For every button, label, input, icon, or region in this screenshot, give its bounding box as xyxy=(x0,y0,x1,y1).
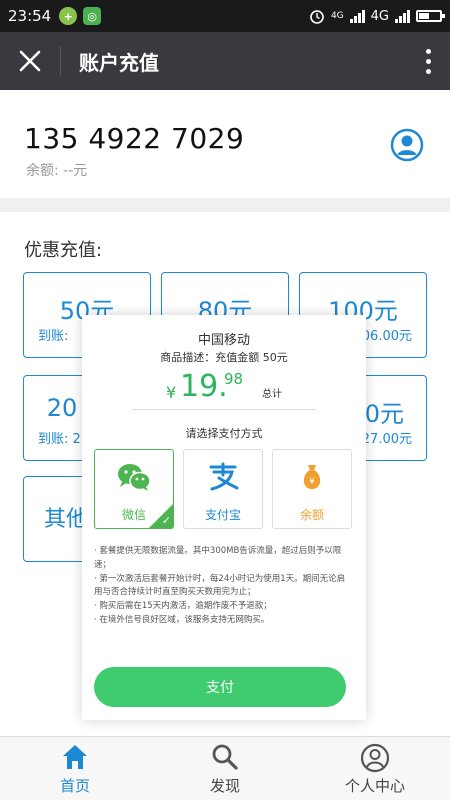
wechat-icon xyxy=(118,464,151,491)
nav-home[interactable]: 首页 xyxy=(0,737,150,800)
package-arrival: 到账: xyxy=(38,329,69,344)
network-type: 4G xyxy=(370,8,389,24)
choose-method-label: 请选择支付方式 xyxy=(185,427,263,440)
packages-title: 优惠充值: xyxy=(24,240,103,261)
svg-text:¥: ¥ xyxy=(309,477,315,487)
money-bag-icon: ¥ xyxy=(303,465,321,489)
nav-label: 个人中心 xyxy=(344,777,405,795)
user-avatar-icon xyxy=(390,128,424,162)
package-arrival: 27.00元 xyxy=(361,432,412,447)
package-arrival: 到账: 2 xyxy=(38,432,81,447)
title-divider xyxy=(60,46,61,76)
home-icon xyxy=(63,745,87,769)
pay-method-wechat[interactable]: 微信 ✓ xyxy=(94,449,174,529)
battery-icon xyxy=(416,10,445,22)
carrier-name: 中国移动 xyxy=(197,333,250,348)
pay-method-label: 余额 xyxy=(299,508,324,522)
price-row: ¥ 19. 98 总计 xyxy=(82,367,366,407)
note-item: · 在境外信号良好区域，该服务支持无网购买。 xyxy=(94,615,270,625)
note-item: · 套餐提供无限数据流量。其中300MB告诉流量，超过后则予以限速； xyxy=(94,546,342,570)
package-amount: 0元 xyxy=(364,400,404,428)
payment-sheet: 中国移动 商品描述：充值金额 50元 ¥ 19. 98 总计 请选择支付方式 微… xyxy=(82,315,366,720)
alarm-icon xyxy=(310,10,324,24)
account-balance: 余额: --元 xyxy=(26,163,88,179)
pay-method-balance[interactable]: ¥ 余额 xyxy=(272,449,352,529)
pay-method-label: 支付宝 xyxy=(204,508,241,522)
user-circle-icon xyxy=(360,743,390,773)
price-integer: 19. xyxy=(180,369,228,404)
more-icon xyxy=(425,48,431,54)
nav-label: 发现 xyxy=(209,777,240,795)
status-bar: 23:54 + ◎ 4G 4G xyxy=(0,0,450,32)
signal-icon-2 xyxy=(395,9,410,23)
contact-button[interactable] xyxy=(390,128,424,162)
search-icon xyxy=(212,744,238,770)
account-section: 135 4922 7029 余额: --元 xyxy=(0,90,450,198)
title-bar: 账户充值 xyxy=(0,32,450,90)
page-title: 账户充值 xyxy=(79,50,159,75)
network-type-small: 4G xyxy=(330,11,344,21)
bottom-nav: 首页 发现 个人中心 xyxy=(0,736,450,800)
price-decimal: 98 xyxy=(224,370,244,388)
pay-method-alipay[interactable]: 支付宝 xyxy=(183,449,263,529)
note-item: · 购买后需在15天内激活，逾期作废不予退款； xyxy=(94,601,272,611)
nav-discover[interactable]: 发现 xyxy=(150,737,300,800)
more-options-button[interactable] xyxy=(406,32,450,90)
package-arrival: 06.00元 xyxy=(361,329,412,344)
pay-button[interactable]: 支付 xyxy=(94,667,346,707)
price-total-label: 总计 xyxy=(262,389,282,400)
close-icon xyxy=(19,50,41,72)
sheet-divider xyxy=(132,409,316,410)
nav-profile[interactable]: 个人中心 xyxy=(300,737,450,800)
signal-icon-1 xyxy=(349,9,365,23)
notification-wifi-app-icon: ◎ xyxy=(83,7,102,25)
alipay-icon xyxy=(209,462,239,491)
notification-plus-icon: + xyxy=(59,7,78,25)
product-description: 商品描述：充值金额 50元 xyxy=(160,351,288,364)
nav-label: 首页 xyxy=(59,777,90,795)
note-item: · 第一次激活后套餐开始计时，每24小时记为使用1天。期间无论启用与否合持续计时… xyxy=(94,573,346,598)
price-currency: ¥ xyxy=(166,383,177,402)
close-button[interactable] xyxy=(0,32,60,90)
phone-number: 135 4922 7029 xyxy=(24,122,245,155)
status-time: 23:54 xyxy=(8,7,52,25)
service-notes: · 套餐提供无限数据流量。其中300MB告诉流量，超过后则予以限速； · 第一次… xyxy=(94,545,352,628)
